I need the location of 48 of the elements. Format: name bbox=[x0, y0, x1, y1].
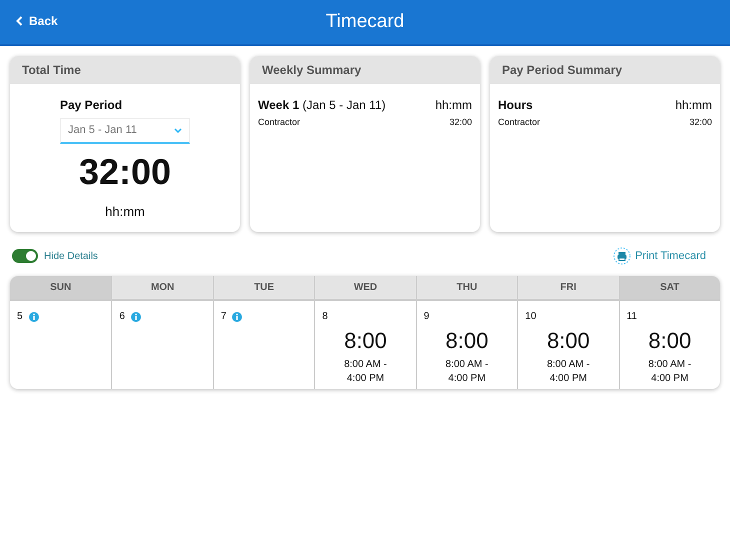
card-title: Total Time bbox=[22, 62, 81, 79]
info-icon[interactable] bbox=[28, 312, 39, 322]
day-hours: 8:00 bbox=[648, 330, 692, 352]
unit-label: hh:mm bbox=[435, 97, 472, 114]
chevron-down-icon bbox=[174, 128, 182, 133]
day-header: SUN bbox=[10, 276, 112, 301]
total-hours: 32:00 bbox=[78, 154, 172, 190]
row-value: 32:00 bbox=[449, 116, 472, 129]
time-range: 8:00 AM - 4:00 PM bbox=[647, 358, 692, 386]
day-header: FRI bbox=[517, 276, 619, 301]
printer-icon bbox=[613, 247, 632, 265]
pay-period-dropdown[interactable]: Jan 5 - Jan 11 bbox=[60, 118, 190, 144]
day-number: 11 bbox=[626, 310, 637, 324]
row-label: Contractor bbox=[258, 116, 300, 129]
toggle-label: Hide Details bbox=[44, 250, 98, 264]
day-header: MON bbox=[111, 276, 213, 301]
chevron-left-icon bbox=[16, 16, 23, 26]
day-header: THU bbox=[416, 276, 518, 301]
day-number: 10 bbox=[525, 310, 536, 324]
unit-label: hh:mm bbox=[105, 203, 145, 221]
day-header: WED bbox=[314, 276, 416, 301]
summary-heading: Hours bbox=[498, 97, 533, 114]
day-number: 5 bbox=[17, 310, 23, 324]
day-hours: 8:00 bbox=[344, 330, 387, 352]
time-range: 8:00 AM - 4:00 PM bbox=[444, 358, 490, 386]
pay-period-label: Pay Period bbox=[60, 97, 124, 114]
row-value: 32:00 bbox=[689, 116, 712, 129]
unit-label: hh:mm bbox=[675, 97, 712, 114]
day-header: TUE bbox=[212, 276, 314, 301]
card-title: Pay Period Summary bbox=[502, 62, 622, 79]
day-number: 8 bbox=[322, 310, 328, 324]
summary-heading: Week 1 (Jan 5 - Jan 11) bbox=[258, 97, 386, 114]
day-number: 9 bbox=[424, 310, 430, 324]
day-hours: 8:00 bbox=[446, 330, 488, 352]
back-button[interactable]: Back bbox=[16, 12, 58, 30]
day-number: 7 bbox=[220, 310, 226, 324]
row-label: Contractor bbox=[498, 116, 540, 129]
toggle-switch[interactable] bbox=[12, 249, 38, 263]
info-icon[interactable] bbox=[130, 312, 141, 322]
day-hours: 8:00 bbox=[546, 330, 590, 352]
info-icon[interactable] bbox=[232, 312, 242, 322]
day-header: SAT bbox=[618, 276, 720, 301]
page-title: Timecard bbox=[326, 10, 404, 34]
print-link[interactable]: Print Timecard bbox=[613, 247, 706, 265]
time-range: 8:00 AM - 4:00 PM bbox=[546, 358, 591, 386]
card-title: Weekly Summary bbox=[262, 62, 362, 79]
time-range: 8:00 AM - 4:00 PM bbox=[343, 358, 388, 386]
day-number: 6 bbox=[119, 310, 125, 324]
